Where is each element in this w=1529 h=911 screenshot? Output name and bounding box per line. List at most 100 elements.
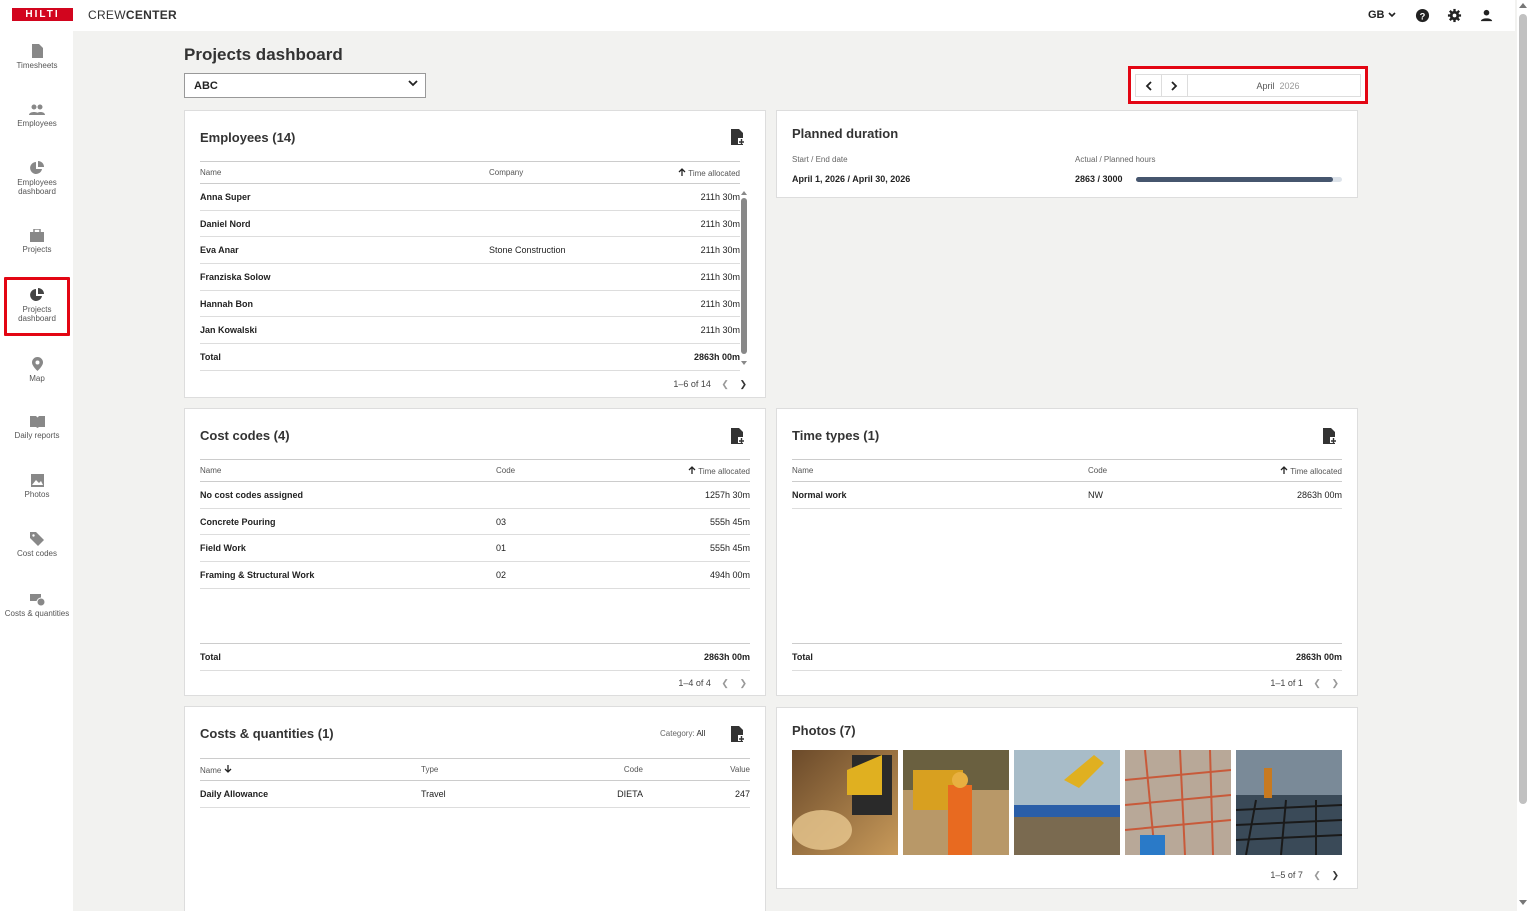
table-row[interactable]: Framing & Structural Work 02 494h 00m [200, 561, 750, 589]
export-icon[interactable] [731, 428, 745, 444]
next-page-button[interactable]: ❯ [1331, 870, 1339, 880]
col-time-allocated[interactable]: Time allocated [1238, 459, 1342, 482]
people-icon [29, 104, 45, 115]
col-time-allocated[interactable]: Time allocated [646, 459, 750, 482]
briefcase-icon [30, 229, 44, 242]
prev-page-button[interactable]: ❮ [721, 379, 729, 389]
page-scrollbar[interactable] [1517, 0, 1529, 911]
employees-table: Name Company Time allocated Anna Super 21… [200, 161, 740, 371]
next-page-button[interactable]: ❯ [1331, 678, 1339, 688]
project-select[interactable]: ABC [184, 73, 426, 98]
dates-label: Start / End date [792, 155, 848, 164]
table-row[interactable]: Concrete Pouring 03 555h 45m [200, 508, 750, 536]
col-name[interactable]: Name [792, 459, 1088, 482]
employee-company [489, 290, 649, 318]
col-code[interactable]: Code [496, 459, 646, 482]
user-icon[interactable] [1479, 8, 1494, 23]
cost-code-name: Concrete Pouring [200, 508, 496, 536]
next-page-button[interactable]: ❯ [739, 379, 747, 389]
employee-time: 211h 30m [649, 183, 740, 211]
col-company[interactable]: Company [489, 161, 649, 184]
photo-thumbnail[interactable] [1125, 750, 1231, 855]
time-type-time: 2863h 00m [1238, 481, 1342, 509]
photos-title: Photos (7) [792, 723, 856, 738]
col-code[interactable]: Code [1088, 459, 1238, 482]
table-row[interactable]: Field Work 01 555h 45m [200, 534, 750, 563]
hours-label: Actual / Planned hours [1075, 155, 1156, 164]
table-scrollbar[interactable] [740, 190, 748, 368]
table-row[interactable]: Jan Kowalski 211h 30m [200, 316, 740, 345]
col-name[interactable]: Name [200, 758, 421, 781]
scroll-down-icon[interactable] [1519, 900, 1527, 906]
employee-time: 211h 30m [649, 290, 740, 318]
nav-map[interactable]: Map [4, 357, 70, 383]
nav-costs-quantities[interactable]: Costs & quantities [4, 594, 70, 618]
category-filter[interactable]: Category: All [660, 729, 705, 738]
time-types-total: Total 2863h 00m [792, 643, 1342, 671]
help-icon[interactable]: ? [1415, 8, 1430, 23]
hilti-logo[interactable]: HILTI [12, 8, 73, 21]
col-code[interactable]: Code [571, 758, 643, 781]
dates-value: April 1, 2026 / April 30, 2026 [792, 174, 911, 184]
cost-code-code [496, 481, 646, 509]
table-row[interactable]: Hannah Bon 211h 30m [200, 290, 740, 318]
nav-employees-dashboard[interactable]: Employees dashboard [4, 161, 70, 196]
table-row[interactable]: Anna Super 211h 30m [200, 183, 740, 211]
table-row[interactable]: Normal work NW 2863h 00m [792, 481, 1342, 509]
col-type[interactable]: Type [421, 758, 571, 781]
table-row[interactable]: Franziska Solow 211h 30m [200, 263, 740, 291]
page-title: Projects dashboard [184, 45, 343, 64]
cost-code-code: 03 [496, 508, 646, 536]
next-month-button[interactable] [1162, 75, 1188, 96]
language-selector[interactable]: GB [1368, 9, 1396, 21]
nav-employees[interactable]: Employees [4, 104, 70, 128]
col-time-allocated[interactable]: Time allocated [649, 161, 740, 184]
export-icon[interactable] [731, 129, 745, 145]
cost-codes-total: Total 2863h 00m [200, 643, 750, 671]
month-picker[interactable]: April 2026 [1196, 81, 1360, 91]
prev-page-button[interactable]: ❮ [721, 678, 729, 688]
sort-up-icon [1280, 465, 1288, 474]
scrollbar-thumb[interactable] [1519, 14, 1527, 804]
scroll-up-icon[interactable] [741, 190, 747, 195]
nav-cost-codes[interactable]: Cost codes [4, 532, 70, 558]
employee-company: Stone Construction [489, 236, 649, 265]
cost-item-code: DIETA [571, 780, 643, 808]
col-name[interactable]: Name [200, 459, 496, 482]
costs-quantities-title: Costs & quantities (1) [200, 726, 334, 741]
nav-daily-reports[interactable]: Daily reports [4, 416, 70, 440]
coins-icon [29, 594, 45, 606]
time-types-card: Time types (1) Name Code Time allocated … [776, 408, 1358, 696]
cost-code-time: 555h 45m [646, 508, 750, 536]
photo-thumbnail[interactable] [1236, 750, 1342, 855]
nav-photos[interactable]: Photos [4, 474, 70, 499]
scroll-up-icon[interactable] [1519, 2, 1527, 8]
col-value[interactable]: Value [643, 758, 750, 781]
nav-timesheets[interactable]: Timesheets [4, 44, 70, 70]
col-name[interactable]: Name [200, 161, 489, 184]
hours-progress-fill [1136, 177, 1333, 182]
prev-page-button[interactable]: ❮ [1313, 870, 1321, 880]
export-icon[interactable] [1323, 428, 1337, 444]
table-row[interactable]: No cost codes assigned 1257h 30m [200, 481, 750, 509]
cost-code-code: 01 [496, 534, 646, 563]
map-pin-icon [31, 357, 43, 371]
employee-name: Hannah Bon [200, 290, 489, 318]
scroll-down-icon[interactable] [741, 361, 747, 366]
table-row[interactable]: Daniel Nord 211h 30m [200, 210, 740, 238]
next-page-button[interactable]: ❯ [739, 678, 747, 688]
table-scroll-thumb[interactable] [741, 198, 747, 354]
total-label: Total [200, 343, 489, 371]
photo-thumbnail[interactable] [792, 750, 898, 855]
employee-time: 211h 30m [649, 236, 740, 265]
table-row[interactable]: Daily Allowance Travel DIETA 247 [200, 780, 750, 808]
photo-thumbnail[interactable] [903, 750, 1009, 855]
nav-projects[interactable]: Projects [4, 229, 70, 254]
gear-icon[interactable] [1447, 8, 1462, 23]
nav-projects-dashboard[interactable]: Projects dashboard [4, 277, 70, 336]
prev-month-button[interactable] [1136, 75, 1162, 96]
table-row[interactable]: Eva Anar Stone Construction 211h 30m [200, 236, 740, 265]
export-icon[interactable] [731, 726, 745, 742]
photo-thumbnail[interactable] [1014, 750, 1120, 855]
prev-page-button[interactable]: ❮ [1313, 678, 1321, 688]
